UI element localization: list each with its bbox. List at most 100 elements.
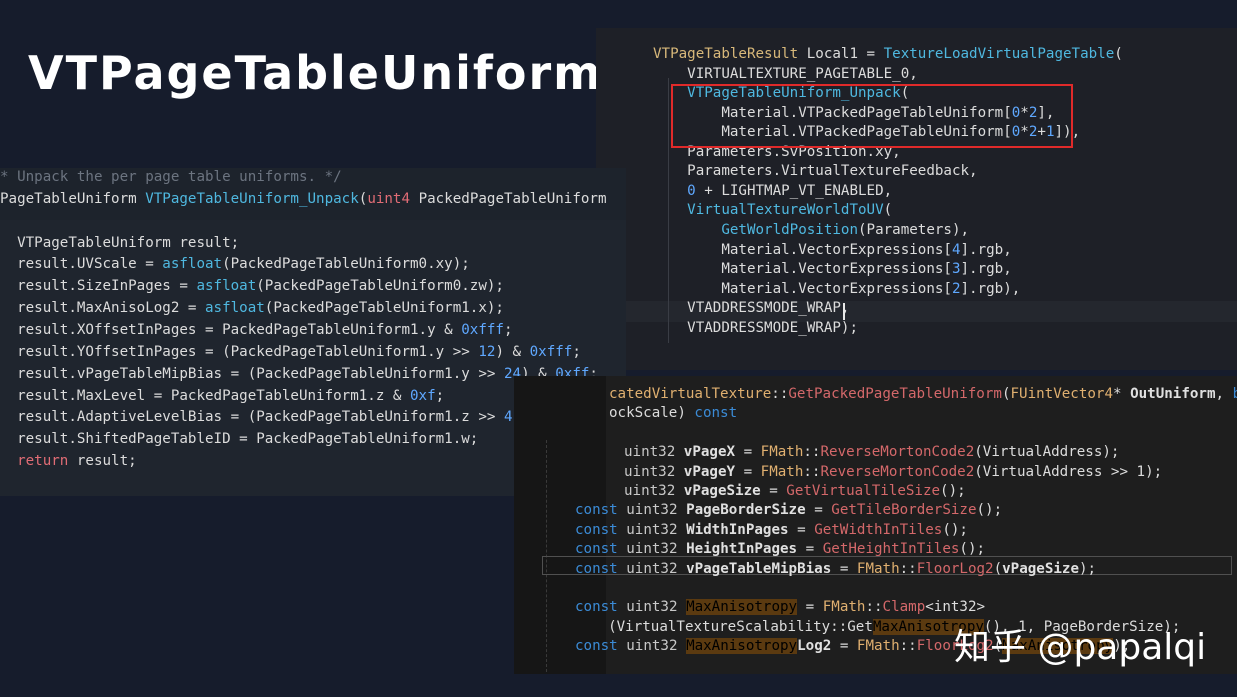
code-token: result.XOffsetInPages = PackedPageTableU…: [0, 321, 462, 338]
code-line: const uint32 WidthInPages = GetWidthInTi…: [575, 521, 968, 540]
code-line: VIRTUALTEXTURE_PAGETABLE_0,: [653, 65, 918, 84]
code-token: VirtualTextureWorldToUV: [687, 202, 884, 219]
highlight-box: [671, 84, 1073, 148]
code-line: catedVirtualTexture::GetPackedPageTableU…: [609, 385, 1237, 404]
code-line: ockScale) const: [609, 404, 737, 423]
code-token: 0xfff: [461, 321, 504, 338]
code-line: result.XOffsetInPages = PackedPageTableU…: [0, 321, 513, 340]
code-line: VTADDRESSMODE_WRAP);: [653, 319, 858, 338]
code-token: const: [575, 560, 618, 577]
code-token: uint32: [626, 521, 678, 538]
code-token: result;: [170, 234, 240, 251]
code-token: VTPageTableUniform: [17, 234, 171, 251]
code-token: PageTableUniform: [0, 190, 146, 207]
code-line: result.MaxLevel = PackedPageTableUniform…: [0, 387, 444, 406]
code-token: FUintVector4: [1010, 386, 1113, 402]
code-token: ::: [899, 638, 917, 655]
code-token: (: [1114, 46, 1123, 62]
code-line: result.UVScale = asfloat(PackedPageTable…: [0, 255, 470, 274]
code-line: const uint32 vPageTableMipBias = FMath::…: [575, 560, 1096, 579]
code-token: result.YOffsetInPages = (PackedPageTable…: [0, 343, 479, 360]
code-token: ::: [865, 599, 883, 616]
code-token: * Unpack the per page table uniforms. */: [0, 169, 342, 185]
code-token: (VirtualAddress >> 1);: [974, 463, 1163, 480]
code-token: result.MaxAnisoLog2 =: [0, 300, 205, 317]
code-token: 0: [687, 182, 696, 199]
code-token: ReverseMortonCode2: [820, 444, 975, 461]
code-token: (PackedPageTableUniform0.zw);: [256, 278, 504, 295]
code-token: FMath: [760, 463, 804, 480]
code-token: Log2: [797, 638, 832, 655]
code-token: ::: [771, 386, 789, 402]
code-token: GetTileBorderSize: [831, 502, 977, 519]
code-line: return result;: [0, 452, 137, 471]
code-line: result.SizeInPages = asfloat(PackedPageT…: [0, 277, 504, 296]
code-token: result.UVScale =: [0, 256, 163, 273]
code-token: ;: [435, 387, 445, 404]
code-token: (VirtualAddress);: [974, 444, 1120, 461]
code-token: ;: [503, 321, 513, 338]
code-line: result.MaxAnisoLog2 = asfloat(PackedPage…: [0, 299, 504, 318]
code-token: ::: [803, 444, 821, 461]
code-token: HeightInPages: [686, 541, 798, 558]
code-token: vPageY: [683, 463, 736, 480]
code-token: vPageSize: [683, 483, 761, 499]
code-line: uint32 vPageSize = GetVirtualTileSize();: [624, 482, 966, 501]
code-token: uint4: [367, 190, 411, 207]
code-line: VirtualTextureWorldToUV(: [653, 201, 892, 220]
code-token: + LIGHTMAP_VT_ENABLED,: [695, 182, 893, 199]
code-token: VTPageTableResult: [653, 46, 799, 62]
code-token: FMath: [856, 638, 900, 655]
code-line: VTPageTableUniform result;: [0, 234, 239, 253]
code-token: result;: [68, 453, 137, 470]
code-token: ReverseMortonCode2: [820, 463, 975, 480]
code-token: (PackedPageTableUniform0.xy);: [222, 256, 470, 273]
code-token: ::: [803, 463, 821, 480]
code-token: (Parameters),: [858, 221, 970, 238]
code-token: (VirtualTextureScalability::Get: [591, 618, 873, 635]
code-token: *: [1112, 386, 1131, 402]
code-token: (PackedPageTableUniform1.x);: [264, 300, 504, 317]
code-token: GetWidthInTiles: [814, 521, 943, 538]
code-token: VTPageTableUniform_Unpack: [145, 190, 359, 207]
code-token: boo: [1232, 386, 1237, 402]
code-token: OutUniform: [1130, 386, 1216, 402]
code-token: VTADDRESSMODE_WRAP);: [653, 319, 858, 336]
code-line: uint32 vPageY = FMath::ReverseMortonCode…: [624, 463, 1162, 482]
code-token: catedVirtualTexture: [609, 386, 772, 402]
code-token: Clamp: [882, 599, 926, 616]
code-token: FMath: [760, 444, 804, 461]
code-token: const: [694, 405, 738, 422]
code-token: const: [575, 521, 618, 538]
code-line: result.ShiftedPageTableID = PackedPageTa…: [0, 430, 478, 449]
code-token: =: [735, 444, 761, 461]
code-line: result.AdaptiveLevelBias = (PackedPageTa…: [0, 408, 581, 427]
code-token: const: [575, 502, 618, 519]
code-token: result.ShiftedPageTableID = PackedPageTa…: [0, 431, 479, 448]
code-token: uint32: [624, 444, 676, 461]
code-token: uint32: [626, 599, 678, 616]
code-line: VTADDRESSMODE_WRAP,: [653, 299, 849, 318]
code-token: uint32: [626, 638, 678, 655]
code-token: uint32: [624, 483, 676, 499]
watermark: 知乎 @papalqi: [954, 627, 1207, 668]
material-shader-code-panel: VTPageTableResult Local1 = TextureLoadVi…: [596, 28, 1237, 370]
code-line: result.YOffsetInPages = (PackedPageTable…: [0, 343, 581, 362]
code-token: VIRTUALTEXTURE_PAGETABLE_0,: [653, 65, 918, 82]
code-token: GetWorldPosition: [721, 221, 859, 238]
code-token: 4: [503, 409, 513, 426]
code-token: asfloat: [196, 278, 257, 295]
code-line: Material.VectorExpressions[3].rgb,: [653, 260, 1011, 279]
code-token: MaxAnisotropy: [686, 638, 798, 655]
code-token: result.vPageTableMipBias = (PackedPageTa…: [0, 365, 504, 382]
code-token: vPageX: [683, 444, 736, 461]
code-token: asfloat: [205, 300, 265, 317]
code-token: GetHeightInTiles: [822, 541, 960, 558]
